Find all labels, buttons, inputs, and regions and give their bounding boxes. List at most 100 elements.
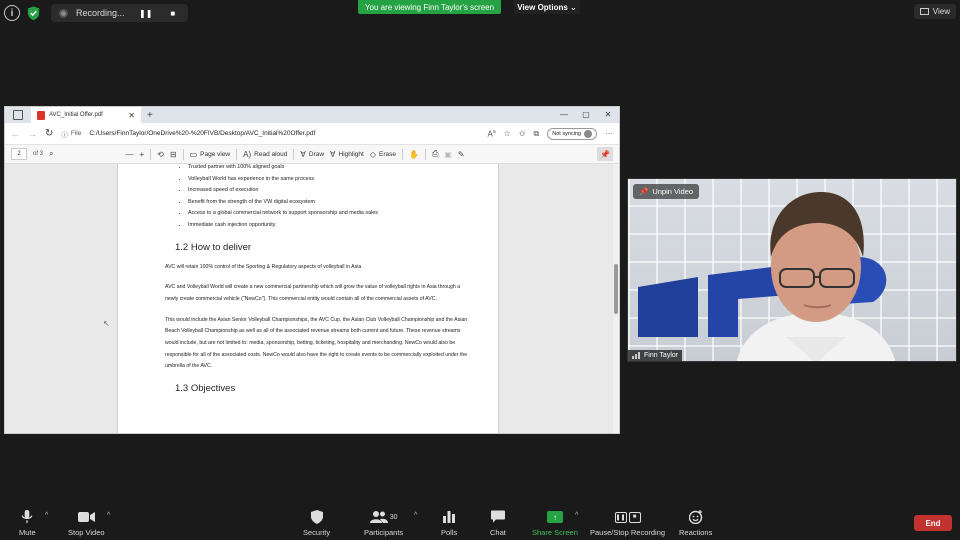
pause-icon: ❚❚ [614, 511, 627, 523]
participants-button[interactable]: 30 Participants [364, 510, 403, 537]
mute-button[interactable]: Mute [19, 510, 36, 537]
read-aloud-button[interactable]: A) Read aloud [243, 150, 287, 159]
list-item: Trusted partner with 100% aligned goals [188, 164, 468, 174]
participant-video[interactable]: 📌 Unpin Video Finn Taylor [627, 178, 957, 362]
section-heading: 1.2 How to deliver [175, 241, 252, 253]
reactions-button[interactable]: Reactions [679, 510, 712, 537]
top-left-controls: i Recording... ❚❚ ■ [4, 4, 189, 22]
scroll-thumb[interactable] [614, 264, 618, 314]
back-arrow-icon[interactable]: ← [11, 129, 20, 139]
share-screen-button[interactable]: ↑ Share Screen [532, 510, 578, 537]
pdf-scrollbar[interactable] [613, 164, 619, 433]
list-item: Benefit from the strength of the VW digi… [188, 197, 468, 209]
read-mode-icon[interactable]: Aa [488, 129, 496, 139]
view-button[interactable]: View [913, 4, 956, 19]
list-item: Increased speed of execution [188, 185, 468, 197]
save-as-icon[interactable]: ✎ [458, 150, 465, 159]
new-tab-button[interactable]: + [147, 110, 153, 121]
collections-icon[interactable]: ⧉ [534, 129, 540, 139]
tab-actions-icon[interactable] [13, 110, 23, 120]
polls-button[interactable]: Polls [441, 510, 457, 537]
fit-page-icon[interactable]: ⊟ [170, 150, 177, 159]
info-circle-icon: ⓘ [61, 131, 68, 139]
pdf-viewport[interactable]: Trusted partner with 100% aligned goals … [5, 164, 619, 433]
window-controls: — ▢ ✕ [553, 107, 619, 123]
list-item: Access to a global commercial network to… [188, 208, 468, 220]
sync-label: Not syncing [552, 130, 581, 137]
view-options-button[interactable]: View Options ⌄ [514, 0, 580, 14]
erase-button[interactable]: ◇ Erase [370, 150, 396, 159]
highlight-button[interactable]: ∀ Highlight [330, 150, 364, 159]
hand-icon[interactable]: ✋ [409, 150, 419, 159]
zoom-in-icon[interactable]: + [140, 150, 145, 159]
pdf-toolbar: 2 of 3 ⌕ — + ⟲ ⊟ ▭ Page view A) Read alo… [5, 145, 619, 164]
page-number-input[interactable]: 2 [11, 148, 27, 160]
print-icon[interactable]: ⎙ [432, 149, 438, 159]
tab-title: AVC_Initial Offer.pdf [49, 112, 103, 118]
pause-stop-icons: ❚❚ ■ [614, 510, 641, 524]
draw-pen-icon: ∀ [300, 149, 306, 159]
video-options-chevron-icon[interactable]: ^ [107, 512, 110, 519]
security-shield-icon [310, 510, 323, 524]
address-bar: ← → ↻ ⓘ File C:/Users/FinnTaylor/OneDriv… [5, 123, 619, 145]
mouse-cursor-icon: ↖ [103, 319, 110, 328]
minimize-button[interactable]: — [553, 107, 575, 123]
chat-bubble-icon [490, 510, 505, 523]
video-camera-icon [77, 512, 95, 522]
end-meeting-button[interactable]: End [914, 515, 952, 531]
highlighter-icon: ∀ [330, 149, 336, 159]
read-aloud-icon: A) [243, 149, 252, 159]
pause-stop-recording-button[interactable]: ❚❚ ■ Pause/Stop Recording [590, 510, 665, 537]
file-indicator: ⓘ File [61, 129, 81, 139]
share-options-chevron-icon[interactable]: ^ [575, 512, 578, 519]
mute-options-chevron-icon[interactable]: ^ [45, 512, 48, 519]
favorite-star-icon[interactable]: ☆ [504, 129, 511, 138]
maximize-button[interactable]: ▢ [575, 107, 597, 123]
encryption-shield-icon[interactable] [26, 5, 41, 21]
signal-strength-icon [632, 352, 640, 359]
participants-icon [369, 511, 388, 523]
unpin-video-button[interactable]: 📌 Unpin Video [633, 184, 700, 199]
url-field[interactable]: C:/Users/FinnTaylor/OneDrive%20-%20FIVB/… [89, 130, 479, 137]
viewing-screen-banner: You are viewing Finn Taylor's screen [358, 0, 501, 14]
pin-icon: 📌 [639, 187, 649, 196]
close-window-button[interactable]: ✕ [597, 107, 619, 123]
forward-arrow-icon[interactable]: → [28, 129, 37, 139]
stop-recording-button[interactable]: ■ [165, 9, 180, 18]
profile-sync-button[interactable]: Not syncing [547, 127, 597, 140]
zoom-out-icon[interactable]: — [126, 150, 134, 159]
search-icon[interactable]: ⌕ [49, 149, 53, 159]
more-menu-icon[interactable]: ··· [605, 129, 613, 138]
browser-tabbar: AVC_Initial Offer.pdf ✕ + — ▢ ✕ [5, 107, 619, 123]
page-view-button[interactable]: ▭ Page view [190, 150, 231, 159]
view-label: View [932, 7, 950, 16]
pdf-file-icon [37, 110, 45, 120]
chat-button[interactable]: Chat [490, 510, 506, 537]
stop-video-button[interactable]: Stop Video [68, 510, 105, 537]
draw-button[interactable]: ∀ Draw [300, 150, 324, 159]
save-icon[interactable]: ▣ [444, 150, 452, 159]
benefit-list: Trusted partner with 100% aligned goals … [165, 164, 468, 232]
participant-count: 30 [389, 513, 398, 521]
security-button[interactable]: Security [303, 510, 330, 537]
section-heading: 1.3 Objectives [175, 383, 236, 395]
paragraph: AVC and Volleyball World will create a n… [165, 284, 461, 302]
participants-options-chevron-icon[interactable]: ^ [414, 512, 417, 519]
pin-toolbar-icon[interactable]: 📌 [597, 147, 613, 161]
pause-recording-button[interactable]: ❚❚ [134, 9, 157, 18]
refresh-icon[interactable]: ↻ [45, 128, 53, 139]
file-label: File [70, 130, 82, 137]
list-item: Immediate cash injection opportunity [188, 220, 468, 232]
reactions-smiley-icon [688, 510, 702, 524]
profile-avatar [584, 129, 592, 138]
favorites-icon[interactable]: ✩ [519, 129, 526, 138]
meeting-info-icon[interactable]: i [4, 5, 20, 21]
tab-close-icon[interactable]: ✕ [128, 111, 135, 120]
browser-tab-pdf[interactable]: AVC_Initial Offer.pdf ✕ [31, 107, 141, 123]
pdf-page: Trusted partner with 100% aligned goals … [117, 164, 499, 433]
eraser-icon: ◇ [369, 149, 376, 159]
page-view-icon: ▭ [189, 149, 198, 159]
paragraph: AVC will retain 100% control of the Spor… [165, 263, 362, 270]
participant-person [736, 192, 896, 361]
rotate-icon[interactable]: ⟲ [157, 150, 164, 159]
